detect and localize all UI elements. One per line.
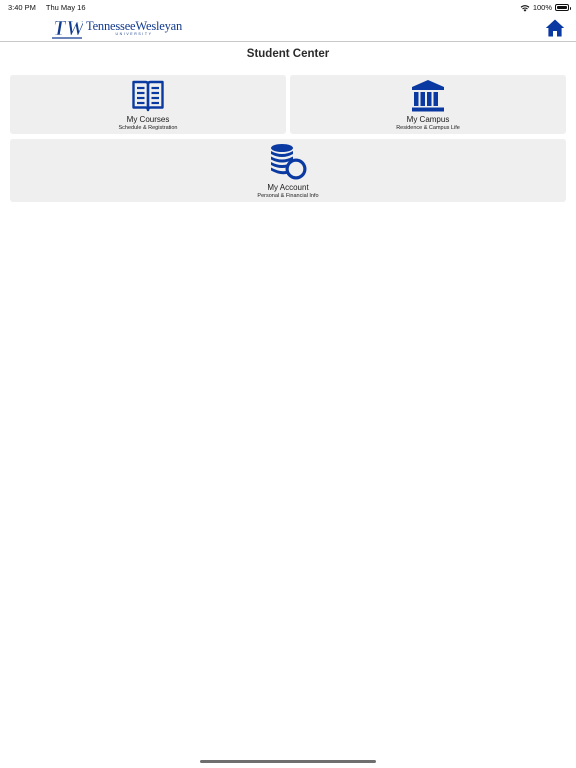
status-right: 100% — [520, 3, 571, 12]
battery-fill — [557, 6, 567, 9]
tw-monogram-logo: TW — [52, 16, 83, 40]
page-title: Student Center — [246, 48, 330, 60]
my-account-tile[interactable]: My Account Personal & Financial Info — [10, 139, 566, 202]
logo-name: TennesseeWesleyan — [86, 18, 183, 33]
coins-icon — [271, 144, 307, 180]
status-date: Thu May 16 — [45, 3, 86, 12]
my-courses-tile[interactable]: My Courses Schedule & Registration — [10, 75, 286, 134]
battery-icon — [555, 4, 571, 11]
my-account-subtitle: Personal & Financial Info — [257, 193, 319, 199]
logo-wordmark: TennesseeWesleyan UNIVERSITY — [86, 18, 183, 37]
status-left: 3:40 PM Thu May 16 — [8, 3, 94, 12]
university-logo: TW TennesseeWesleyan UNIVERSITY — [52, 16, 182, 40]
my-campus-title: My Campus — [406, 115, 450, 124]
nav-bar: TW TennesseeWesleyan UNIVERSITY — [0, 14, 576, 42]
home-indicator[interactable] — [200, 760, 376, 763]
my-campus-tile[interactable]: My Campus Residence & Campus Life — [290, 75, 566, 134]
building-icon — [412, 80, 444, 112]
my-courses-subtitle: Schedule & Registration — [118, 125, 178, 131]
wifi-icon — [520, 4, 530, 12]
logo-subtitle: UNIVERSITY — [115, 32, 153, 36]
book-icon — [132, 80, 164, 112]
my-account-title: My Account — [267, 183, 309, 192]
status-bar: 3:40 PM Thu May 16 100% — [0, 0, 576, 14]
my-courses-title: My Courses — [126, 115, 170, 124]
svg-text:TW: TW — [53, 16, 83, 40]
home-icon[interactable] — [545, 18, 565, 38]
battery-percent: 100% — [532, 3, 552, 12]
status-time: 3:40 PM — [8, 3, 36, 12]
my-campus-subtitle: Residence & Campus Life — [396, 125, 460, 131]
